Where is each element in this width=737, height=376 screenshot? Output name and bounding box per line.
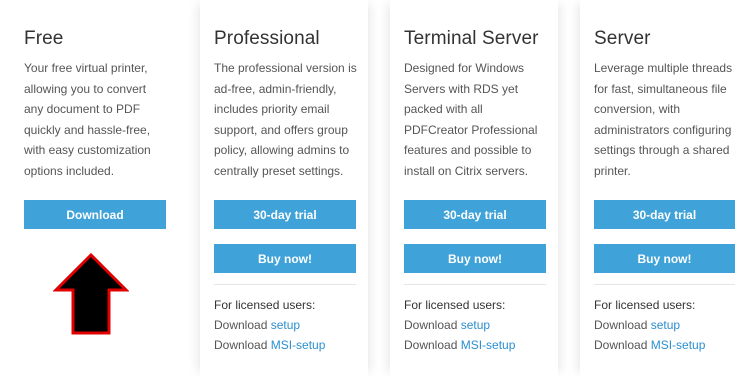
description-line: support, and offers group [214,122,348,137]
buy-now-button[interactable]: Buy now! [404,244,546,273]
trial-button[interactable]: 30-day trial [214,200,356,229]
download-setup-line: Download setup [404,318,490,332]
setup-link[interactable]: setup [651,318,680,332]
description-line: Servers with RDS yet [404,81,519,96]
plan-description: Designed for Windows Servers with RDS ye… [404,58,554,181]
download-msi-line: Download MSI-setup [404,338,515,352]
download-label: Download [404,318,458,332]
plan-title: Free [24,28,64,49]
divider [404,284,546,285]
download-label: Download [214,318,268,332]
setup-link[interactable]: setup [271,318,300,332]
licensed-users-heading: For licensed users: [404,298,506,312]
description-line: ad-free, admin-friendly, [214,81,337,96]
plan-terminal-server: Terminal Server Designed for Windows Ser… [390,0,558,376]
msi-setup-link[interactable]: MSI-setup [651,338,706,352]
download-button[interactable]: Download [24,200,166,229]
description-line: Leverage multiple threads [594,61,733,75]
description-line: administrators configuring [594,122,732,137]
setup-link[interactable]: setup [461,318,490,332]
description-line: with easy customization [24,143,151,157]
description-line: PDFCreator Professional [404,122,538,137]
description-line: features and possible to [404,143,532,157]
plan-description: Leverage multiple threads for fast, simu… [594,58,737,181]
plan-title: Terminal Server [404,28,539,49]
msi-setup-link[interactable]: MSI-setup [271,338,326,352]
divider [594,284,735,285]
description-line: any document to PDF [24,102,141,116]
download-setup-line: Download setup [214,318,300,332]
download-label: Download [594,318,648,332]
trial-button[interactable]: 30-day trial [404,200,546,229]
buy-now-button[interactable]: Buy now! [594,244,735,273]
plan-server: Server Leverage multiple threads for fas… [580,0,737,376]
description-line: conversion, with [594,102,681,116]
msi-setup-link[interactable]: MSI-setup [461,338,516,352]
buy-now-button[interactable]: Buy now! [214,244,356,273]
description-line: quickly and hassle-free, [24,122,151,137]
description-line: packed with all [404,102,483,116]
description-line: Designed for Windows [404,61,525,75]
description-line: allowing you to convert [24,81,147,96]
trial-button[interactable]: 30-day trial [594,200,735,229]
download-msi-line: Download MSI-setup [594,338,705,352]
download-label: Download [214,338,268,352]
download-setup-line: Download setup [594,318,680,332]
download-label: Download [404,338,458,352]
description-line: install on Citrix servers. [404,163,529,178]
plan-title: Professional [214,28,320,49]
plan-description: Your free virtual printer, allowing you … [24,58,174,181]
description-line: Your free virtual printer, [24,61,148,75]
plan-professional: Professional The professional version is… [200,0,368,376]
plan-description: The professional version is ad-free, adm… [214,58,364,181]
description-line: The professional version is [214,61,357,75]
description-line: includes priority email [214,102,330,116]
download-msi-line: Download MSI-setup [214,338,325,352]
description-line: for fast, simultaneous file [594,81,727,96]
licensed-users-heading: For licensed users: [594,298,696,312]
download-label: Download [594,338,648,352]
description-line: centrally preset settings. [214,163,344,178]
licensed-users-heading: For licensed users: [214,298,316,312]
plan-title: Server [594,28,651,49]
description-line: printer. [594,163,631,178]
description-line: options included. [24,163,115,178]
up-arrow-icon [53,252,129,335]
description-line: policy, allowing admins to [214,143,350,157]
description-line: settings through a shared [594,143,730,157]
divider [214,284,356,285]
